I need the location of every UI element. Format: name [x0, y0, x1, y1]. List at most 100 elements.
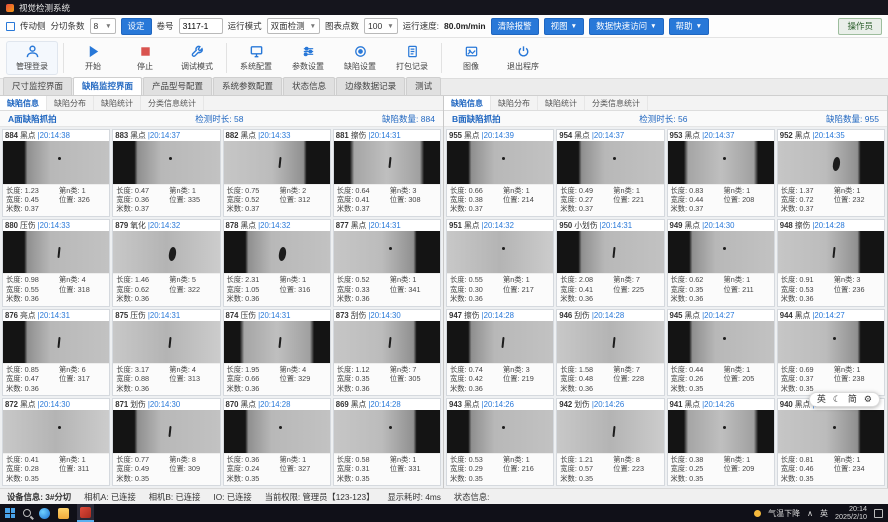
search-icon[interactable]	[23, 509, 31, 517]
packing-record-button[interactable]: 打包记录	[386, 38, 438, 78]
help-menu-button[interactable]: 帮助▼	[669, 18, 709, 35]
defect-thumbnail[interactable]	[668, 321, 774, 364]
subtab-class-stats[interactable]: 分类信息统计	[585, 96, 648, 110]
subtab-defect-info[interactable]: 缺陷信息	[444, 96, 491, 110]
tab-product-config[interactable]: 产品型号配置	[143, 77, 212, 95]
defect-cell[interactable]: 880压伤|20:14:33长度: 0.98第n类: 4宽度: 0.55位置: …	[2, 219, 110, 307]
defect-thumbnail[interactable]	[113, 410, 219, 453]
defect-cell[interactable]: 876亮点|20:14:31长度: 0.85第n类: 6宽度: 0.47位置: …	[2, 309, 110, 397]
chart-points-select[interactable]: 100▼	[364, 18, 398, 34]
input-language-indicator[interactable]: 英	[820, 508, 828, 519]
quick-data-menu-button[interactable]: 数据快速访问▼	[589, 18, 663, 35]
defect-cell[interactable]: 952黑点|20:14:35长度: 1.37第n类: 1宽度: 0.72位置: …	[777, 129, 885, 217]
defect-thumbnail[interactable]	[557, 410, 663, 453]
defect-thumbnail[interactable]	[447, 141, 553, 184]
run-mode-select[interactable]: 双面检测▼	[267, 18, 320, 34]
defect-thumbnail[interactable]	[668, 141, 774, 184]
system-config-button[interactable]: 系统配置	[230, 38, 282, 78]
defect-thumbnail[interactable]	[334, 231, 440, 274]
defect-cell[interactable]: 881擦伤|20:14:31长度: 0.64第n类: 3宽度: 0.41位置: …	[333, 129, 441, 217]
debug-mode-button[interactable]: 调试模式	[171, 38, 223, 78]
weather-text[interactable]: 气温下降	[768, 508, 800, 519]
defect-cell[interactable]: 873刮伤|20:14:30长度: 1.12第n类: 7宽度: 0.35位置: …	[333, 309, 441, 397]
defect-cell[interactable]: 946刮伤|20:14:28长度: 1.58第n类: 7宽度: 0.48位置: …	[556, 309, 664, 397]
defect-cell[interactable]: 878黑点|20:14:32长度: 2.31第n类: 1宽度: 1.05位置: …	[223, 219, 331, 307]
subtab-defect-distribution[interactable]: 缺陷分布	[47, 96, 94, 110]
clear-alarm-button[interactable]: 清除报警	[491, 18, 539, 35]
tab-test[interactable]: 测试	[406, 77, 441, 95]
stop-button[interactable]: 停止	[119, 38, 171, 78]
defect-thumbnail[interactable]	[447, 410, 553, 453]
lang-cn-button[interactable]: 简	[848, 393, 857, 406]
defect-cell[interactable]: 883黑点|20:14:37长度: 0.47第n类: 1宽度: 0.36位置: …	[112, 129, 220, 217]
taskbar-clock[interactable]: 20:14 2025/2/10	[835, 505, 867, 521]
file-explorer-icon[interactable]	[58, 508, 69, 519]
defect-thumbnail[interactable]	[447, 231, 553, 274]
chevron-up-icon[interactable]: ∧	[807, 509, 813, 518]
start-button[interactable]: 开始	[67, 38, 119, 78]
tab-defect-monitor[interactable]: 缺陷监控界面	[73, 77, 142, 95]
defect-cell[interactable]: 949黑点|20:14:30长度: 0.62第n类: 1宽度: 0.35位置: …	[667, 219, 775, 307]
slit-count-select[interactable]: 8▼	[90, 18, 116, 34]
defect-cell[interactable]: 942划伤|20:14:26长度: 1.21第n类: 8宽度: 0.57位置: …	[556, 398, 664, 486]
defect-cell[interactable]: 944黑点|20:14:27长度: 0.69第n类: 1宽度: 0.37位置: …	[777, 309, 885, 397]
defect-thumbnail[interactable]	[557, 141, 663, 184]
defect-thumbnail[interactable]	[3, 321, 109, 364]
defect-thumbnail[interactable]	[447, 321, 553, 364]
defect-cell[interactable]: 882黑点|20:14:33长度: 0.75第n类: 2宽度: 0.52位置: …	[223, 129, 331, 217]
defect-cell[interactable]: 875压伤|20:14:31长度: 3.17第n类: 4宽度: 0.88位置: …	[112, 309, 220, 397]
subtab-defect-distribution[interactable]: 缺陷分布	[491, 96, 538, 110]
defect-cell[interactable]: 951黑点|20:14:32长度: 0.55第n类: 1宽度: 0.30位置: …	[446, 219, 554, 307]
defect-thumbnail[interactable]	[668, 410, 774, 453]
lang-en-button[interactable]: 英	[817, 393, 826, 406]
defect-cell[interactable]: 941黑点|20:14:26长度: 0.38第n类: 1宽度: 0.25位置: …	[667, 398, 775, 486]
defect-settings-button[interactable]: 缺陷设置	[334, 38, 386, 78]
notification-icon[interactable]	[874, 509, 883, 518]
subtab-defect-info[interactable]: 缺陷信息	[0, 96, 47, 110]
defect-cell[interactable]: 870黑点|20:14:28长度: 0.36第n类: 1宽度: 0.24位置: …	[223, 398, 331, 486]
defect-thumbnail[interactable]	[557, 231, 663, 274]
tab-status-info[interactable]: 状态信息	[283, 77, 335, 95]
subtab-class-stats[interactable]: 分类信息统计	[141, 96, 204, 110]
defect-cell[interactable]: 884黑点|20:14:38长度: 1.23第n类: 1宽度: 0.45位置: …	[2, 129, 110, 217]
defect-cell[interactable]: 948擦伤|20:14:28长度: 0.91第n类: 3宽度: 0.53位置: …	[777, 219, 885, 307]
defect-thumbnail[interactable]	[224, 141, 330, 184]
subtab-defect-stats[interactable]: 缺陷统计	[94, 96, 141, 110]
defect-thumbnail[interactable]	[778, 321, 884, 364]
admin-login-button[interactable]: 管理登录	[6, 41, 58, 75]
defect-cell[interactable]: 955黑点|20:14:39长度: 0.66第n类: 1宽度: 0.38位置: …	[446, 129, 554, 217]
defect-thumbnail[interactable]	[334, 321, 440, 364]
defect-cell[interactable]: 869黑点|20:14:28长度: 0.58第n类: 1宽度: 0.31位置: …	[333, 398, 441, 486]
operator-button[interactable]: 操作员	[838, 18, 882, 35]
defect-thumbnail[interactable]	[334, 141, 440, 184]
defect-thumbnail[interactable]	[3, 231, 109, 274]
param-settings-button[interactable]: 参数设置	[282, 38, 334, 78]
defect-cell[interactable]: 943黑点|20:14:26长度: 0.53第n类: 1宽度: 0.29位置: …	[446, 398, 554, 486]
defect-thumbnail[interactable]	[113, 321, 219, 364]
defect-thumbnail[interactable]	[778, 410, 884, 453]
defect-thumbnail[interactable]	[557, 321, 663, 364]
tab-system-params[interactable]: 系统参数配置	[213, 77, 282, 95]
defect-cell[interactable]: 871划伤|20:14:30长度: 0.77第n类: 8宽度: 0.49位置: …	[112, 398, 220, 486]
defect-thumbnail[interactable]	[113, 231, 219, 274]
defect-cell[interactable]: 950小划伤|20:14:31长度: 2.08第n类: 7宽度: 0.41位置:…	[556, 219, 664, 307]
defect-thumbnail[interactable]	[778, 231, 884, 274]
set-button[interactable]: 设定	[121, 18, 152, 35]
defect-thumbnail[interactable]	[224, 231, 330, 274]
defect-cell[interactable]: 940黑点|20:14:26长度: 0.81第n类: 1宽度: 0.46位置: …	[777, 398, 885, 486]
defect-cell[interactable]: 945黑点|20:14:27长度: 0.44第n类: 1宽度: 0.26位置: …	[667, 309, 775, 397]
defect-cell[interactable]: 947擦伤|20:14:28长度: 0.74第n类: 3宽度: 0.42位置: …	[446, 309, 554, 397]
defect-thumbnail[interactable]	[113, 141, 219, 184]
exit-program-button[interactable]: 退出程序	[497, 38, 549, 78]
defect-thumbnail[interactable]	[668, 231, 774, 274]
defect-cell[interactable]: 953黑点|20:14:37长度: 0.83第n类: 1宽度: 0.44位置: …	[667, 129, 775, 217]
roll-input[interactable]	[179, 18, 223, 34]
active-app-icon[interactable]	[77, 504, 94, 522]
defect-thumbnail[interactable]	[778, 141, 884, 184]
defect-cell[interactable]: 874压伤|20:14:31长度: 1.95第n类: 4宽度: 0.66位置: …	[223, 309, 331, 397]
defect-thumbnail[interactable]	[3, 410, 109, 453]
tab-edge-data[interactable]: 边缘数据记录	[336, 77, 405, 95]
defect-cell[interactable]: 877黑点|20:14:31长度: 0.52第n类: 1宽度: 0.33位置: …	[333, 219, 441, 307]
image-button[interactable]: 图像	[445, 38, 497, 78]
defect-thumbnail[interactable]	[334, 410, 440, 453]
